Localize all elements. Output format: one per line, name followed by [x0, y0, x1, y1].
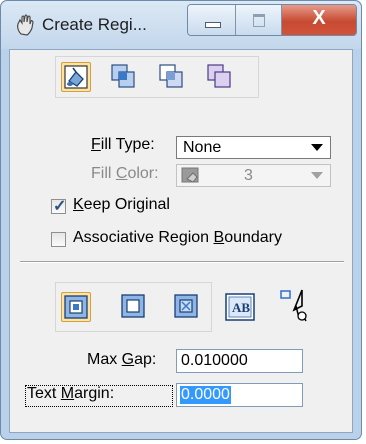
max-gap-input[interactable]: 0.010000 — [176, 349, 303, 373]
text-button[interactable]: AB — [224, 291, 256, 323]
minimize-button[interactable] — [188, 5, 236, 35]
method-toolbar — [55, 56, 259, 98]
window-title: Create Regi... — [42, 15, 147, 34]
interior-text-icon — [174, 294, 198, 318]
flood-options-toolbar — [55, 282, 212, 332]
outer-shape-icon — [121, 294, 145, 318]
close-icon: X — [312, 7, 326, 29]
max-gap-label: Max Gap: — [87, 351, 157, 368]
union-icon — [207, 64, 231, 88]
dropdown-arrow-icon — [311, 144, 323, 151]
locate-interior-shapes-button[interactable] — [61, 292, 91, 322]
checkmark-icon: ✓ — [53, 198, 67, 215]
text-margin-label: Text Margin: — [27, 385, 115, 402]
dropdown-arrow-icon — [311, 172, 323, 179]
flood-fill-icon — [64, 65, 88, 89]
fill-type-dropdown[interactable]: None — [176, 136, 331, 159]
maximize-button[interactable] — [236, 5, 282, 35]
intersection-icon — [111, 64, 135, 88]
interior-shapes-icon — [64, 295, 88, 319]
locate-interior-text-button[interactable] — [172, 292, 202, 322]
text-margin-input[interactable]: 0.0000 — [176, 383, 303, 407]
fill-color-dropdown[interactable]: 3 — [176, 164, 331, 187]
fill-color-label: Fill Color: — [91, 165, 159, 182]
text-button-label: AB — [232, 300, 251, 315]
close-button[interactable]: X — [282, 5, 356, 35]
fill-color-value: 3 — [244, 167, 253, 184]
flood-method-button[interactable] — [61, 62, 91, 92]
intersection-method-button[interactable] — [109, 62, 139, 92]
difference-method-button[interactable] — [157, 62, 187, 92]
union-method-button[interactable] — [205, 62, 235, 92]
maximize-icon — [253, 14, 265, 27]
max-gap-value: 0.010000 — [181, 352, 248, 369]
create-region-window: Create Regi... X Fill Type: None Fill Co… — [0, 0, 362, 440]
fill-type-value: None — [183, 139, 222, 156]
title-bar[interactable]: Create Regi... X — [1, 1, 361, 49]
text-margin-value: 0.0000 — [180, 386, 231, 404]
keep-original-label[interactable]: Keep Original — [73, 196, 170, 214]
keep-original-checkbox[interactable]: ✓ — [51, 198, 67, 215]
hand-icon — [17, 14, 34, 36]
separator — [20, 261, 344, 263]
associative-boundary-checkbox[interactable] — [51, 232, 66, 247]
minimize-icon — [205, 22, 221, 28]
associative-boundary-label[interactable]: Associative Region Boundary — [73, 229, 282, 247]
ignore-interior-shapes-button[interactable] — [119, 292, 149, 322]
select-element-icon[interactable] — [280, 288, 310, 322]
fill-type-label: Fill Type: — [91, 136, 155, 153]
caption-buttons: X — [187, 4, 357, 36]
dialog-body: Fill Type: None Fill Color: 3 ✓ Keep Ori… — [9, 49, 353, 433]
difference-icon — [159, 64, 183, 88]
color-swatch-icon — [181, 167, 199, 183]
